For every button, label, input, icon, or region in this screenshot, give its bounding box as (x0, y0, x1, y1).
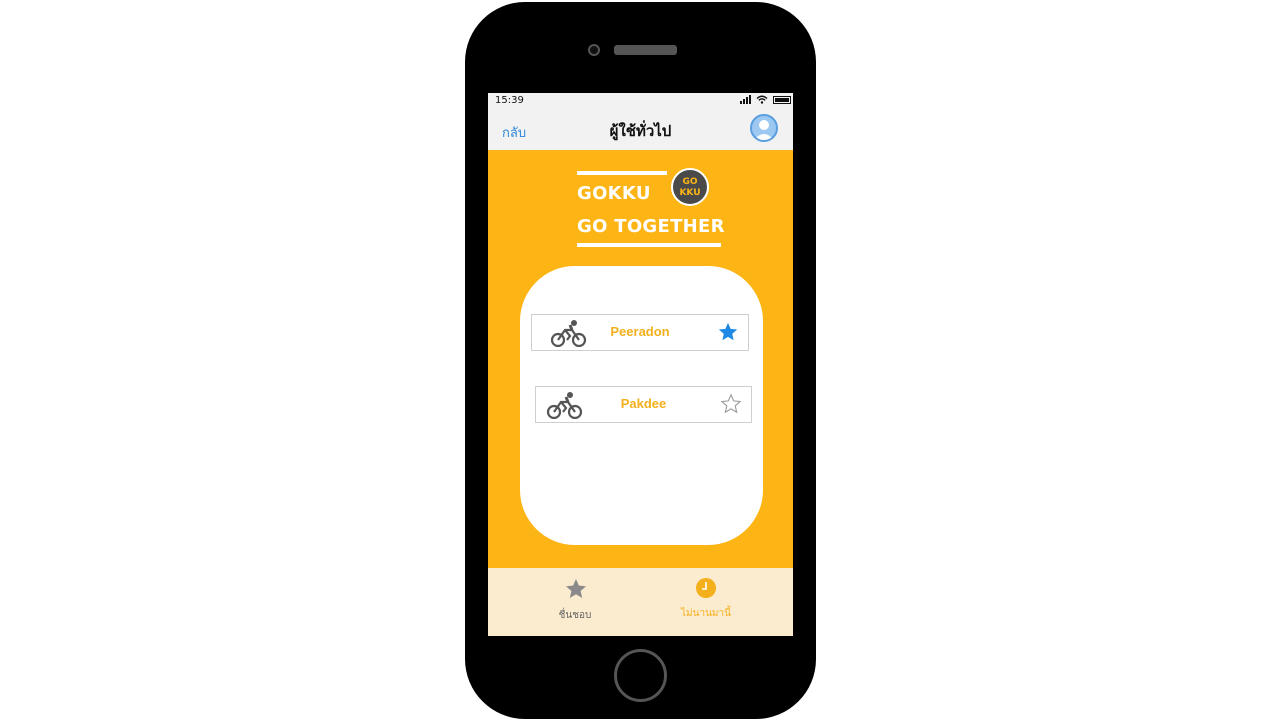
logo-badge-top: GO (682, 177, 698, 187)
tab-recent[interactable]: ไม่นานมานี้ (630, 568, 782, 636)
home-button[interactable] (614, 649, 667, 702)
page-title: ผู้ใช้ทั่วไป (609, 123, 672, 140)
status-icons (740, 95, 791, 104)
tab-recent-label: ไม่นานมานี้ (681, 608, 731, 619)
list-item[interactable]: Pakdee (535, 386, 752, 423)
status-bar: 15:39 (488, 93, 793, 109)
logo-line-bottom (577, 243, 721, 247)
logo-badge: GO KKU (671, 168, 709, 206)
app-logo: GOKKU GO TOGETHER GO KKU (577, 168, 727, 251)
logo-title: GOKKU (577, 183, 651, 204)
phone-speaker (614, 45, 677, 55)
logo-line-top (577, 171, 667, 175)
rider-name: Peeradon (610, 324, 670, 339)
tab-favorites-label: ชื่นชอบ (558, 610, 592, 621)
star-outline-icon[interactable] (720, 393, 742, 415)
clock-icon (696, 578, 716, 598)
rider-name: Pakdee (620, 396, 667, 411)
user-icon (754, 120, 774, 140)
app-screen: 15:39 กลับ ผู้ใช้ทั่วไป GOKKU GO TOGETHE… (488, 93, 793, 636)
star-filled-icon[interactable] (717, 321, 739, 343)
signal-icon (740, 95, 751, 104)
list-item[interactable]: Peeradon (531, 314, 749, 351)
status-time: 15:39 (495, 95, 524, 106)
battery-icon (773, 95, 791, 104)
logo-badge-bottom: KKU (679, 188, 701, 198)
logo-tagline: GO TOGETHER (577, 216, 725, 237)
avatar[interactable] (750, 114, 778, 142)
phone-camera (588, 44, 600, 56)
tab-bar: ชื่นชอบ ไม่นานมานี้ (488, 568, 793, 636)
wifi-icon (756, 95, 768, 104)
star-icon (566, 579, 586, 598)
tab-favorites[interactable]: ชื่นชอบ (499, 568, 651, 636)
nav-bar: กลับ ผู้ใช้ทั่วไป (488, 109, 793, 150)
